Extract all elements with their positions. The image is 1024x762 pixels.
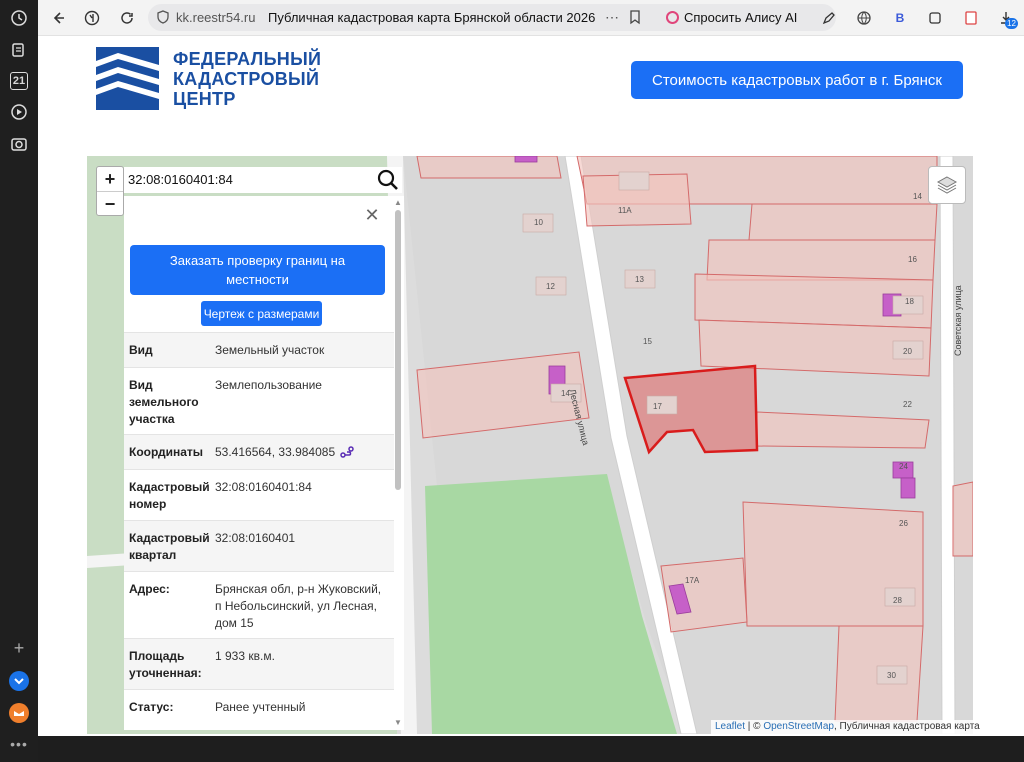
- zoom-control: + −: [96, 166, 124, 216]
- osm-link[interactable]: OpenStreetMap: [763, 721, 834, 732]
- mail-icon[interactable]: [9, 703, 29, 723]
- globe-icon[interactable]: [853, 7, 875, 29]
- logo-text[interactable]: ФЕДЕРАЛЬНЫЙ КАДАСТРОВЫЙ ЦЕНТР: [173, 49, 321, 109]
- zoom-out-button[interactable]: −: [97, 192, 123, 216]
- parcel-label: 17А: [685, 576, 700, 585]
- more-icon[interactable]: •••: [9, 734, 29, 754]
- ask-alice-button[interactable]: Спросить Алису AI: [658, 4, 836, 31]
- parcel-label: 11А: [618, 206, 632, 215]
- selected-parcel-label: 17: [653, 402, 662, 411]
- scroll-down-icon[interactable]: ▼: [394, 718, 402, 727]
- bottom-bar: [38, 736, 1024, 762]
- order-boundary-check-button[interactable]: Заказать проверку границ на местности: [130, 245, 385, 295]
- shield-icon: [157, 10, 169, 24]
- table-row: Вид Земельный участок: [124, 332, 394, 367]
- back-icon[interactable]: [47, 7, 69, 29]
- parcel-label: 12: [546, 282, 555, 291]
- url-domain: kk.reestr54.ru: [176, 10, 256, 25]
- extension-b-icon[interactable]: B: [889, 7, 911, 29]
- calendar-icon[interactable]: 21: [10, 72, 28, 90]
- zoom-in-button[interactable]: +: [97, 167, 123, 192]
- collections-icon[interactable]: [9, 40, 29, 60]
- table-row: Кадастровый квартал 32:08:0160401: [124, 520, 394, 571]
- parcel-label: 16: [908, 255, 917, 264]
- parcel-label: 18: [905, 297, 914, 306]
- more-icon[interactable]: ⋯: [605, 9, 619, 26]
- pen-icon[interactable]: [818, 7, 840, 29]
- parcel-label: 30: [887, 671, 896, 680]
- address-bar[interactable]: kk.reestr54.ru Публичная кадастровая кар…: [148, 4, 692, 31]
- parcel-properties-table: Вид Земельный участок Вид земельного уча…: [124, 332, 394, 730]
- downloads-icon[interactable]: 12: [995, 7, 1018, 29]
- parcel-label: 15: [643, 337, 652, 346]
- cadastral-cost-button[interactable]: Стоимость кадастровых работ в г. Брянск: [631, 61, 963, 99]
- downloads-badge: 12: [1005, 18, 1018, 29]
- table-row: Площадь уточненная: 1 933 кв.м.: [124, 638, 394, 689]
- browser-toolbar: kk.reestr54.ru Публичная кадастровая кар…: [38, 0, 1024, 36]
- layers-button[interactable]: [928, 166, 966, 204]
- extensions-icon[interactable]: [924, 7, 946, 29]
- parcel-label: 20: [903, 347, 912, 356]
- reload-icon[interactable]: [116, 7, 138, 29]
- leaflet-link[interactable]: Leaflet: [715, 721, 745, 732]
- parcel-label: 22: [903, 400, 912, 409]
- screenshot-icon[interactable]: [9, 134, 29, 154]
- table-row: Адрес: Брянская обл, р-н Жуковский, п Не…: [124, 571, 394, 638]
- tab-title: Публичная кадастровая карта Брянской обл…: [268, 10, 596, 25]
- parcel-label: 13: [635, 275, 644, 284]
- cadastral-search-input[interactable]: 32:08:0160401:84: [124, 167, 402, 193]
- table-row: Координаты 53.416564, 33.984085: [124, 434, 394, 469]
- video-icon[interactable]: [9, 102, 29, 122]
- logo-icon[interactable]: [96, 47, 159, 110]
- parcel-label: 26: [899, 519, 908, 528]
- map-attribution: Leaflet | © OpenStreetMap, Публичная кад…: [711, 720, 984, 734]
- street-label-sovetskaya: Советская улица: [953, 285, 963, 356]
- parcel-info-panel: ✕ Заказать проверку границ на местности …: [124, 196, 404, 730]
- parcel-label: 14: [913, 192, 922, 201]
- search-icon[interactable]: [376, 168, 400, 192]
- scroll-up-icon[interactable]: ▲: [394, 198, 402, 207]
- add-icon[interactable]: +: [9, 638, 29, 658]
- close-icon[interactable]: ✕: [363, 205, 381, 225]
- chevron-down-icon[interactable]: [9, 671, 29, 691]
- route-icon[interactable]: [340, 446, 355, 458]
- layers-icon: [936, 176, 958, 194]
- drawing-with-dimensions-button[interactable]: Чертеж с размерами: [201, 301, 322, 326]
- browser-sidebar: 21 + •••: [0, 0, 38, 762]
- parcel-label: 28: [893, 596, 902, 605]
- panel-scrollbar[interactable]: [395, 210, 401, 490]
- table-row: Статус: Ранее учтенный: [124, 689, 394, 730]
- history-icon[interactable]: [9, 8, 29, 28]
- alice-icon: [666, 11, 679, 24]
- parcel-label: 24: [899, 462, 908, 471]
- yandex-icon[interactable]: [81, 7, 103, 29]
- table-row: Вид земельного участка Землепользование: [124, 367, 394, 434]
- pdf-icon[interactable]: [960, 7, 982, 29]
- bookmark-icon[interactable]: [629, 10, 641, 25]
- table-row: Кадастровый номер 32:08:0160401:84: [124, 469, 394, 520]
- parcel-label: 10: [534, 218, 543, 227]
